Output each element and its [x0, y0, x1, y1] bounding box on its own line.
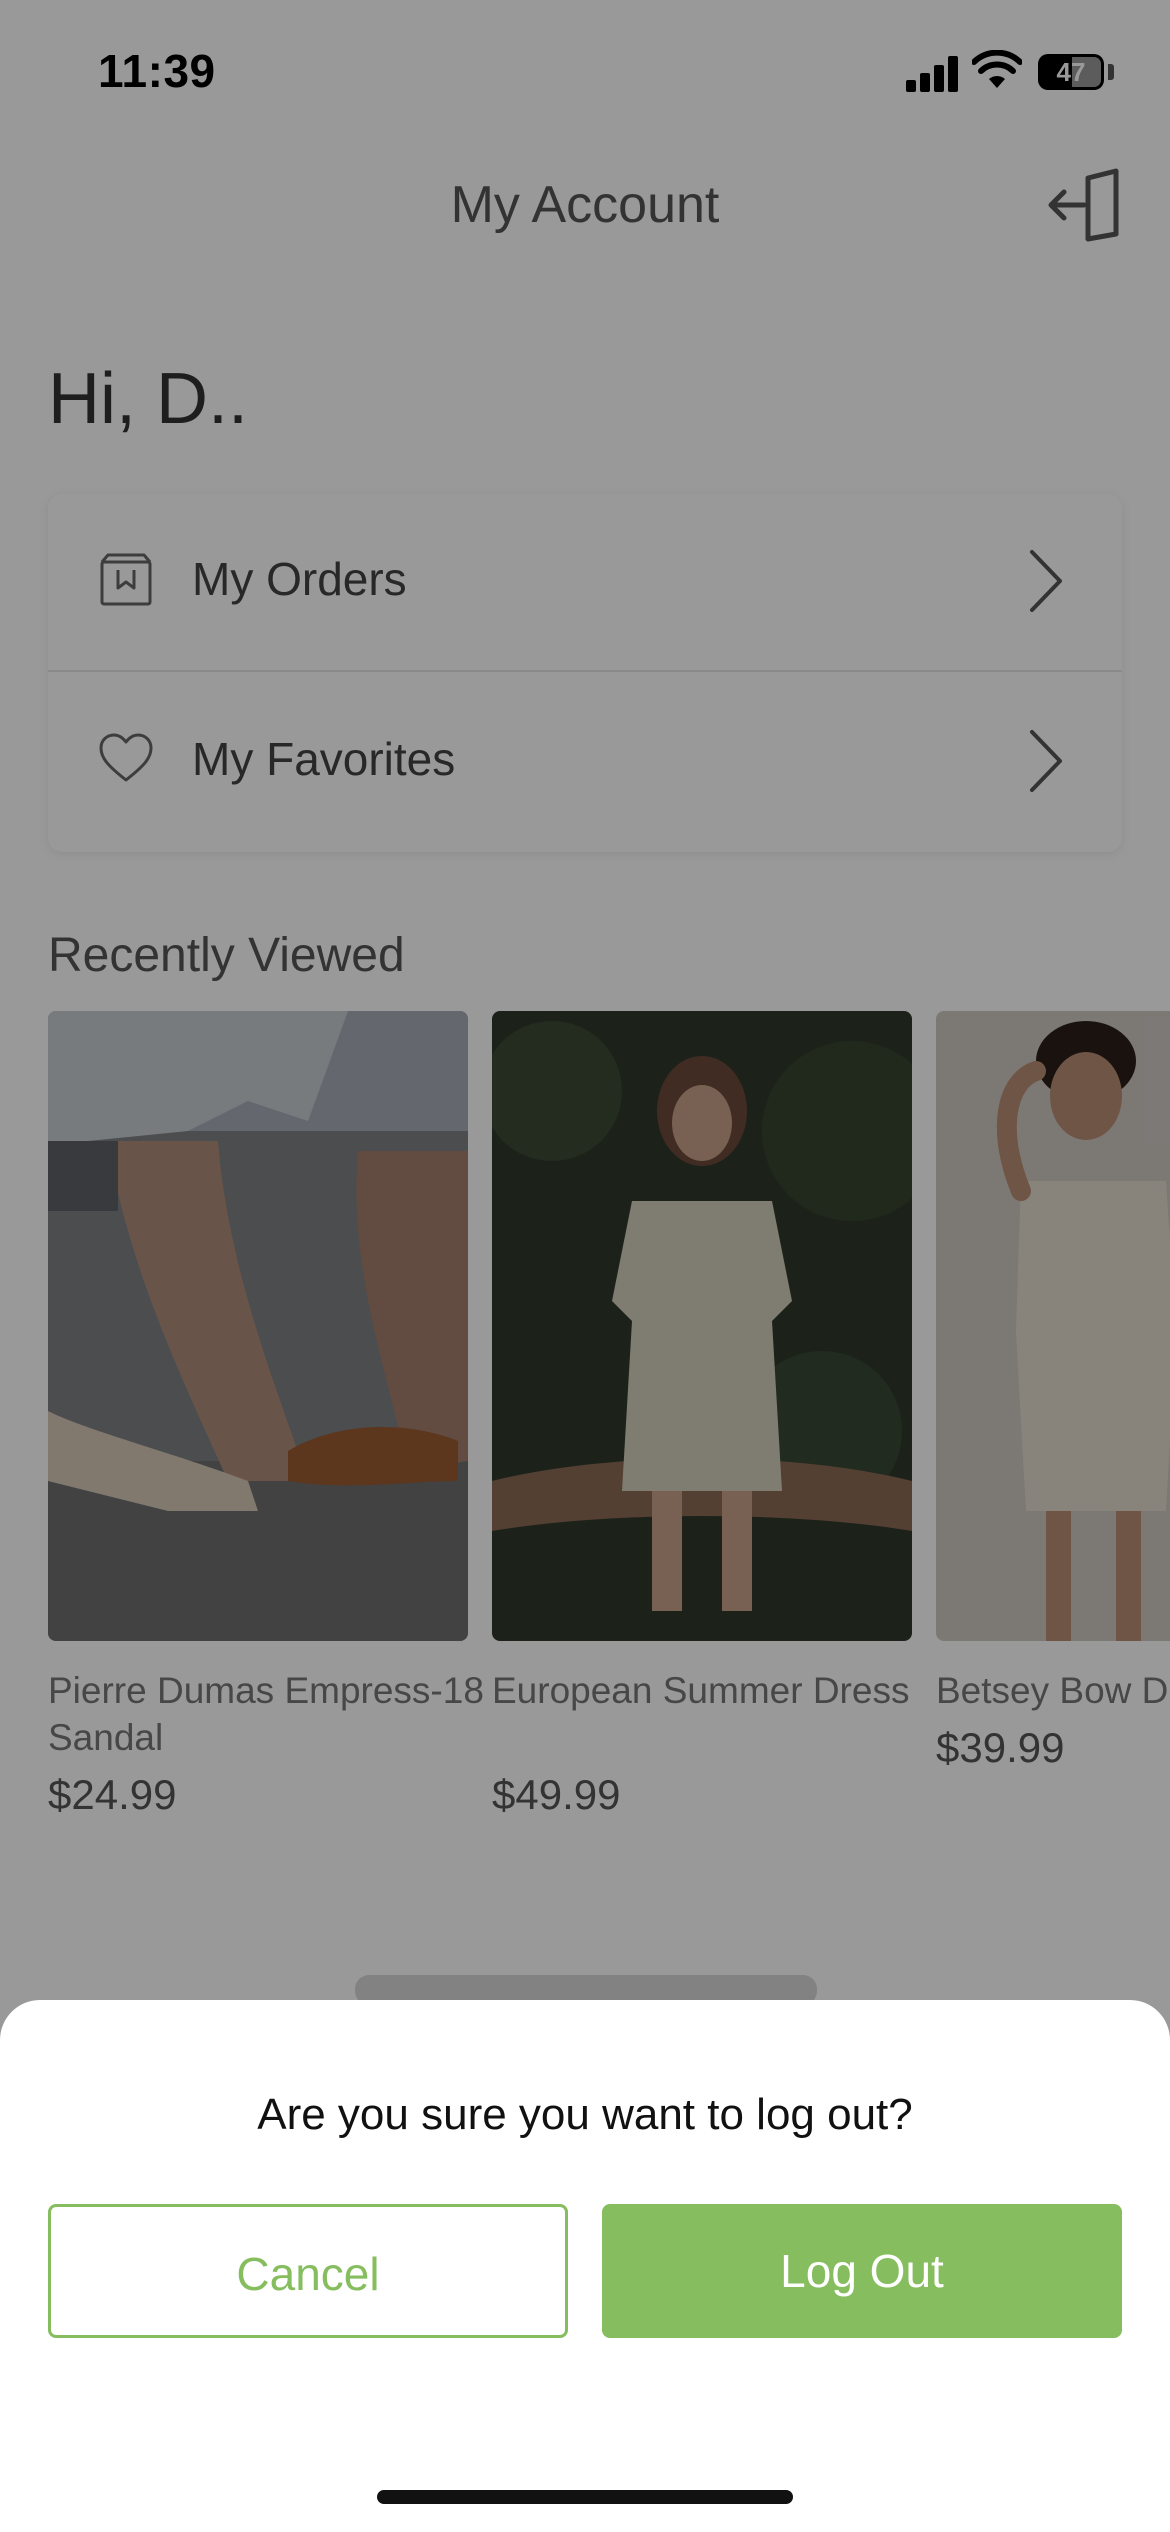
account-screen: 11:39 47 My Account Hi, D.. My Orders My… [0, 0, 1170, 2532]
home-indicator [377, 2490, 793, 2504]
logout-confirm-sheet: Are you sure you want to log out? Cancel… [0, 2000, 1170, 2532]
cancel-button[interactable]: Cancel [48, 2204, 568, 2338]
log-out-button[interactable]: Log Out [602, 2204, 1122, 2338]
logout-question: Are you sure you want to log out? [257, 2090, 913, 2139]
